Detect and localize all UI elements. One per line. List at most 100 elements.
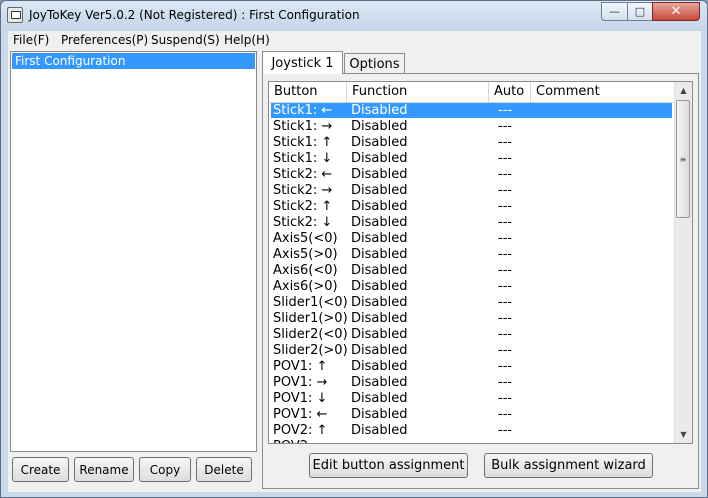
cell-auto: --- (498, 343, 513, 358)
table-row[interactable]: Stick1: ↓ Disabled --- (269, 151, 674, 167)
cell-auto: --- (498, 311, 513, 326)
config-item-first[interactable]: First Configuration (12, 53, 255, 69)
cell-button: Axis6(<0) (273, 263, 338, 278)
tab-joystick-1[interactable]: Joystick 1 (262, 51, 343, 74)
table-row[interactable]: Axis6(>0) Disabled --- (269, 279, 674, 295)
grip-icon: ≡ (679, 154, 687, 164)
table-row[interactable]: Slider1(>0) Disabled --- (269, 311, 674, 327)
cell-button: Stick1: ↓ (273, 151, 333, 166)
table-row[interactable]: Axis5(>0) Disabled --- (269, 247, 674, 263)
copy-button[interactable]: Copy (139, 457, 191, 482)
cell-auto: --- (498, 359, 513, 374)
cell-auto: --- (498, 199, 513, 214)
cell-auto: --- (498, 167, 513, 182)
grid-rows: Stick1: ← Disabled --- Stick1: → Disabled ---… (269, 103, 674, 443)
cell-function: Disabled (351, 247, 408, 262)
cell-button: POV2: ↑ (273, 423, 328, 438)
table-row[interactable]: Stick2: → Disabled --- (269, 183, 674, 199)
table-row[interactable]: POV1: ↓ Disabled --- (269, 391, 674, 407)
column-header-auto[interactable]: Auto (489, 82, 531, 102)
rename-button[interactable]: Rename (74, 457, 134, 482)
table-row[interactable]: Slider1(<0) Disabled --- (269, 295, 674, 311)
scroll-down-arrow-icon[interactable]: ▼ (675, 426, 692, 443)
cell-function: Disabled (351, 215, 408, 230)
cell-button: Axis5(<0) (273, 231, 338, 246)
cell-button: POV2: → (273, 439, 327, 443)
cell-function: Disabled (351, 407, 408, 422)
cell-button: Stick1: ↑ (273, 135, 333, 150)
cell-function: Disabled (351, 103, 408, 118)
maximize-button[interactable]: □ (627, 2, 653, 21)
cell-auto: --- (498, 215, 513, 230)
cell-auto: --- (498, 247, 513, 262)
minimize-button[interactable]: — (601, 2, 628, 21)
cell-button: Slider2(<0) (273, 327, 348, 342)
menu-suspend[interactable]: Suspend(S) (151, 33, 220, 47)
scroll-thumb[interactable]: ≡ (676, 100, 690, 218)
cell-function: Disabled (351, 167, 408, 182)
title-bar[interactable]: JoyToKey Ver5.0.2 (Not Registered) : Fir… (1, 1, 707, 31)
table-row[interactable]: Slider2(>0) Disabled --- (269, 343, 674, 359)
cell-button: Axis5(>0) (273, 247, 338, 262)
grid-header: Button Function Auto Comment (269, 82, 674, 103)
menu-help[interactable]: Help(H) (224, 33, 270, 47)
joystick-tab-panel: Button Function Auto Comment Stick1: ← Di… (262, 73, 699, 489)
cell-auto: --- (498, 151, 513, 166)
table-row[interactable]: Stick1: ↑ Disabled --- (269, 135, 674, 151)
table-row[interactable]: Stick1: ← Disabled --- (269, 103, 674, 119)
cell-function: Disabled (351, 391, 408, 406)
cell-function: Disabled (351, 359, 408, 374)
bulk-assignment-wizard-button[interactable]: Bulk assignment wizard (484, 453, 653, 478)
table-row[interactable]: POV2: ↑ Disabled --- (269, 423, 674, 439)
table-row[interactable]: Stick2: ← Disabled --- (269, 167, 674, 183)
column-header-comment[interactable]: Comment (531, 82, 674, 102)
table-row[interactable]: Slider2(<0) Disabled --- (269, 327, 674, 343)
table-row[interactable]: Stick2: ↓ Disabled --- (269, 215, 674, 231)
table-row[interactable]: Axis5(<0) Disabled --- (269, 231, 674, 247)
vertical-scrollbar[interactable]: ▲ ≡ ▼ (674, 82, 692, 443)
cell-button: Stick1: ← (273, 103, 333, 118)
cell-button: Slider1(>0) (273, 311, 348, 326)
window-title: JoyToKey Ver5.0.2 (Not Registered) : Fir… (29, 8, 360, 22)
close-button[interactable]: ✕ (652, 2, 700, 21)
column-header-button[interactable]: Button (269, 82, 347, 102)
cell-auto: --- (498, 439, 512, 443)
create-button[interactable]: Create (12, 457, 69, 482)
cell-button: Stick1: → (273, 119, 333, 134)
cell-auto: --- (498, 375, 513, 390)
column-header-function[interactable]: Function (347, 82, 489, 102)
cell-auto: --- (498, 407, 513, 422)
cell-function: Disabled (351, 151, 408, 166)
button-assignment-grid[interactable]: Button Function Auto Comment Stick1: ← Di… (268, 81, 693, 444)
table-row[interactable]: Axis6(<0) Disabled --- (269, 263, 674, 279)
scroll-up-arrow-icon[interactable]: ▲ (675, 82, 692, 99)
cell-function: Disabled (351, 231, 408, 246)
edit-button-assignment-button[interactable]: Edit button assignment (309, 453, 468, 478)
table-row[interactable]: POV2: → --- (269, 439, 674, 443)
cell-function: Disabled (351, 183, 408, 198)
cell-auto: --- (498, 183, 513, 198)
cell-function: Disabled (351, 279, 408, 294)
cell-button: POV1: ↑ (273, 359, 328, 374)
table-row[interactable]: Stick1: → Disabled --- (269, 119, 674, 135)
table-row[interactable]: Stick2: ↑ Disabled --- (269, 199, 674, 215)
cell-button: Stick2: ← (273, 167, 333, 182)
cell-button: POV1: ↓ (273, 391, 328, 406)
cell-button: POV1: ← (273, 407, 328, 422)
cell-auto: --- (498, 327, 513, 342)
menu-preferences[interactable]: Preferences(P) (61, 33, 148, 47)
client-area: First Configuration Create Rename Copy D… (8, 50, 701, 492)
table-row[interactable]: POV1: → Disabled --- (269, 375, 674, 391)
cell-function: Disabled (351, 375, 408, 390)
cell-auto: --- (498, 279, 513, 294)
table-row[interactable]: POV1: ↑ Disabled --- (269, 359, 674, 375)
cell-button: Stick2: ↓ (273, 215, 333, 230)
cell-function: Disabled (351, 135, 408, 150)
delete-button[interactable]: Delete (196, 457, 252, 482)
menu-bar: File(F) Preferences(P) Suspend(S) Help(H… (8, 31, 701, 51)
menu-file[interactable]: File(F) (13, 33, 49, 47)
cell-auto: --- (498, 391, 513, 406)
table-row[interactable]: POV1: ← Disabled --- (269, 407, 674, 423)
configuration-list[interactable]: First Configuration (10, 51, 257, 452)
tab-options[interactable]: Options (344, 53, 405, 74)
